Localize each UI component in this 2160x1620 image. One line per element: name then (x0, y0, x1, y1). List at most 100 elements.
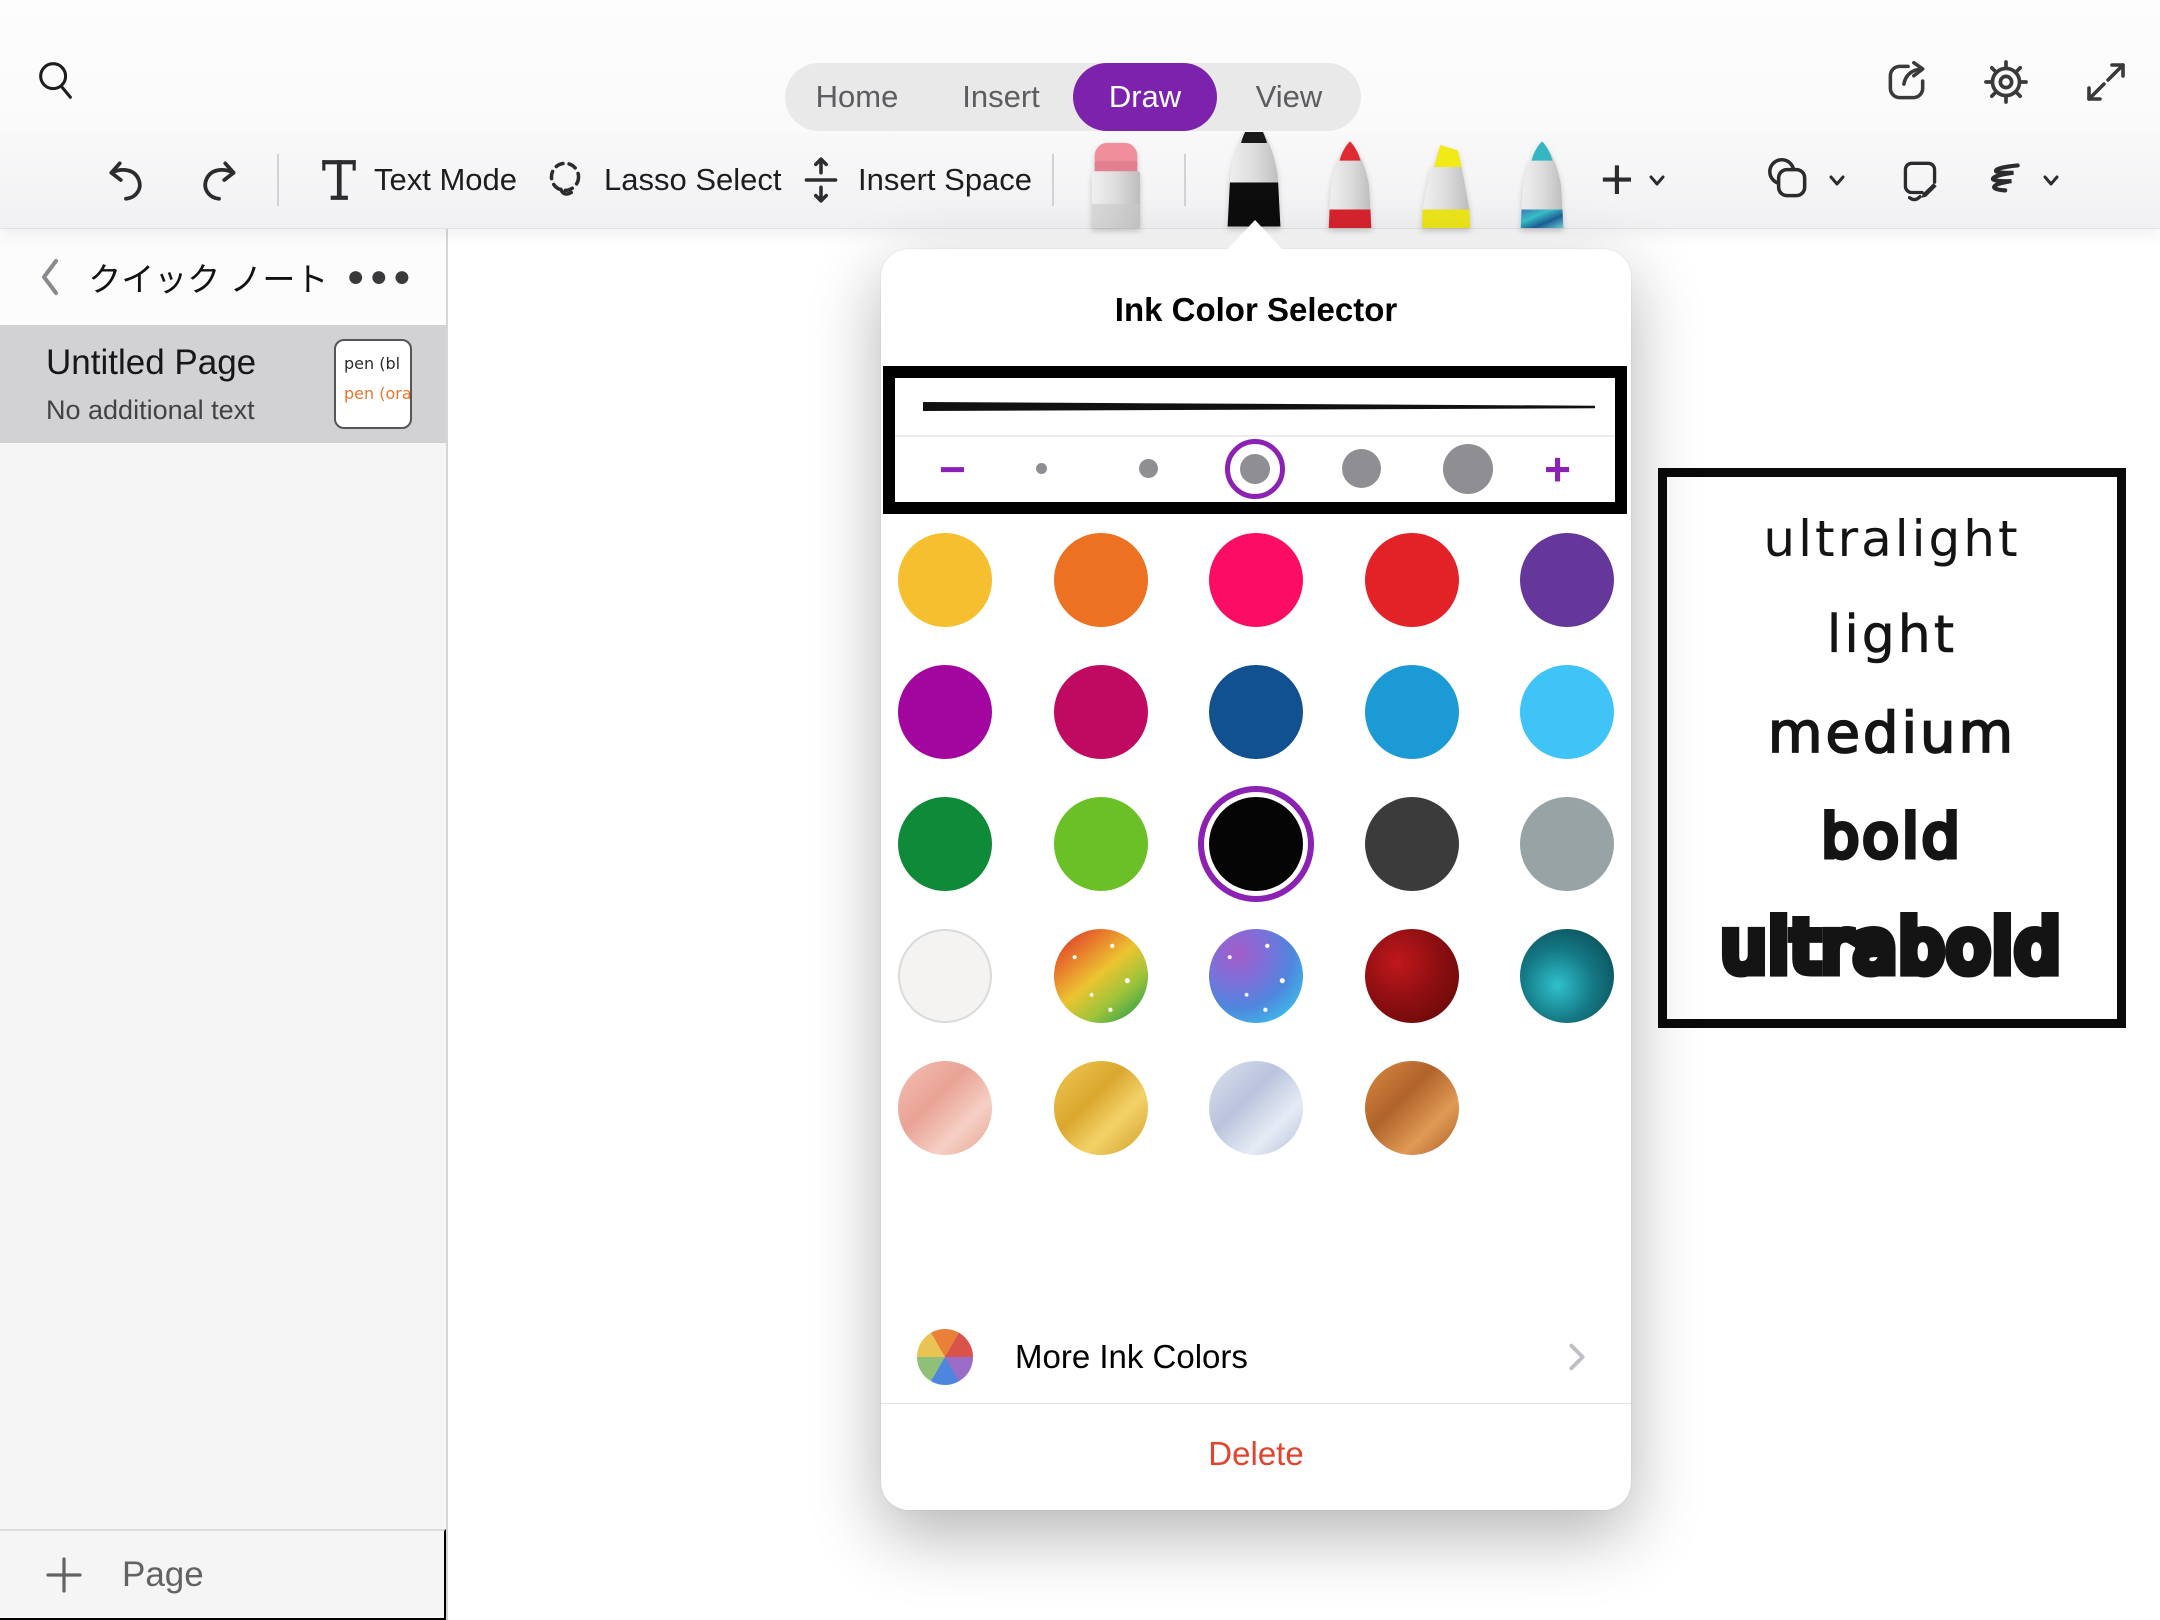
topbar-actions (1878, 54, 2134, 110)
decrease-size-button[interactable]: − (939, 446, 966, 492)
eraser-slot (1072, 140, 1160, 228)
shapes-button[interactable] (1762, 132, 1850, 228)
ink-swatch-pink[interactable] (1209, 533, 1303, 627)
chevron-left-icon (36, 257, 64, 297)
stroke-sample-medium: medium (1768, 706, 2016, 762)
pen-black-selected[interactable] (1210, 116, 1298, 228)
ink-swatch-galaxy[interactable] (1209, 929, 1303, 1023)
scribble-style-button[interactable] (1972, 132, 2064, 228)
plus-icon: + (1600, 151, 1634, 209)
gear-icon (1980, 56, 2032, 108)
highlighter-yellow[interactable] (1402, 140, 1490, 228)
more-options-button[interactable]: ●●● (347, 260, 416, 294)
ink-swatch-rainbow-glitter[interactable] (1054, 929, 1148, 1023)
add-pen-button[interactable]: + (1600, 132, 1670, 228)
add-page-label: Page (122, 1555, 204, 1595)
insert-space-button[interactable]: Insert Space (798, 132, 1032, 228)
pen-red[interactable] (1306, 140, 1394, 228)
ink-annotate-button[interactable] (1895, 132, 1945, 228)
undo-button[interactable] (102, 132, 152, 228)
ink-swatch-gray[interactable] (1520, 797, 1614, 891)
tab-insert[interactable]: Insert (929, 63, 1073, 131)
page-item-texts: Untitled Page No additional text (46, 343, 334, 426)
more-ink-colors-label: More Ink Colors (1015, 1338, 1563, 1376)
tab-home[interactable]: Home (785, 63, 929, 131)
stroke-sample-ultralight: ultralight (1763, 514, 2020, 564)
ink-swatch-orange[interactable] (1054, 533, 1148, 627)
ink-swatch-white[interactable] (898, 929, 992, 1023)
search-button[interactable] (28, 52, 84, 108)
ink-swatch-light-green[interactable] (1054, 797, 1148, 891)
plus-icon (44, 1555, 84, 1595)
stroke-sample-bold: bold (1821, 807, 1963, 867)
ink-swatch-magenta[interactable] (898, 665, 992, 759)
stroke-size-1[interactable] (1011, 438, 1073, 500)
share-button[interactable] (1878, 54, 1934, 110)
stroke-preview-line (895, 377, 1615, 436)
page-list-item-selected[interactable]: Untitled Page No additional text pen (bl… (0, 325, 446, 443)
increase-size-button[interactable]: + (1544, 446, 1571, 492)
ink-swatch-green[interactable] (898, 797, 992, 891)
ink-swatch-black-selected[interactable] (1209, 797, 1303, 891)
stroke-size-2[interactable] (1118, 438, 1180, 500)
ink-swatch-bronze[interactable] (1365, 1061, 1459, 1155)
color-wheel-icon (917, 1329, 973, 1385)
draw-toolbar: Text Mode Lasso Select Insert Space (0, 132, 2160, 228)
note-pen-icon (1895, 155, 1945, 205)
insert-space-icon (798, 155, 844, 205)
ink-swatch-light-blue[interactable] (1520, 665, 1614, 759)
tab-bar: HomeInsertDrawView (785, 63, 1361, 131)
redo-button[interactable] (193, 132, 243, 228)
ink-swatch-rose-gold[interactable] (898, 1061, 992, 1155)
back-button[interactable] (30, 257, 70, 297)
tab-draw[interactable]: Draw (1073, 63, 1217, 131)
stroke-size-3-selected[interactable] (1225, 439, 1285, 499)
ink-swatch-red[interactable] (1365, 533, 1459, 627)
share-icon (1881, 57, 1931, 107)
add-page-button[interactable]: Page (0, 1529, 446, 1620)
text-mode-button[interactable]: Text Mode (318, 132, 517, 228)
fullscreen-button[interactable] (2078, 54, 2134, 110)
notebook-title: クイック ノート (70, 253, 347, 301)
size-dot (1240, 454, 1270, 484)
search-icon (33, 57, 79, 103)
ink-swatch-silver[interactable] (1209, 1061, 1303, 1155)
ink-swatch-yellow[interactable] (898, 533, 992, 627)
tab-view[interactable]: View (1217, 63, 1361, 131)
page-item-title: Untitled Page (46, 343, 334, 383)
size-dot (1443, 444, 1493, 494)
page-item-subtitle: No additional text (46, 395, 334, 426)
stroke-size-5[interactable] (1437, 438, 1499, 500)
insert-space-label: Insert Space (858, 162, 1032, 198)
ink-swatch-purple[interactable] (1520, 533, 1614, 627)
ink-swatch-red-marble[interactable] (1365, 929, 1459, 1023)
ink-swatch-dark-gray[interactable] (1365, 797, 1459, 891)
sidebar-header: クイック ノート ●●● (0, 228, 446, 325)
pen-galaxy[interactable] (1498, 140, 1586, 228)
chevron-down-icon (2038, 167, 2064, 193)
size-dot (1342, 449, 1381, 488)
page-sidebar: クイック ノート ●●● Untitled Page No additional… (0, 228, 448, 1620)
delete-pen-button[interactable]: Delete (881, 1421, 1631, 1487)
settings-button[interactable] (1978, 54, 2034, 110)
text-mode-icon (318, 157, 360, 203)
stroke-size-4[interactable] (1330, 438, 1392, 500)
thumbnail-line-2: pen (ora (344, 379, 406, 409)
ink-color-selector-popup: Ink Color Selector − + More Ink Colors D… (881, 249, 1631, 1510)
eraser[interactable] (1072, 140, 1160, 228)
ink-swatch-gold[interactable] (1054, 1061, 1148, 1155)
text-mode-label: Text Mode (374, 162, 517, 198)
ink-swatch-raspberry[interactable] (1054, 665, 1148, 759)
stroke-weight-samples-box: ultralightlightmediumboldultrabold (1658, 468, 2126, 1028)
more-ink-colors-button[interactable]: More Ink Colors (881, 1311, 1631, 1403)
stroke-width-section: − + (883, 366, 1627, 514)
ink-swatch-blue[interactable] (1365, 665, 1459, 759)
chevron-down-icon (1824, 167, 1850, 193)
toolbar-divider (1052, 154, 1054, 206)
popup-title: Ink Color Selector (881, 291, 1631, 329)
ink-swatch-dark-blue[interactable] (1209, 665, 1303, 759)
lasso-select-button[interactable]: Lasso Select (540, 132, 782, 228)
toolbar-divider (1184, 154, 1186, 206)
size-dot (1036, 463, 1047, 474)
ink-swatch-teal-marble[interactable] (1520, 929, 1614, 1023)
